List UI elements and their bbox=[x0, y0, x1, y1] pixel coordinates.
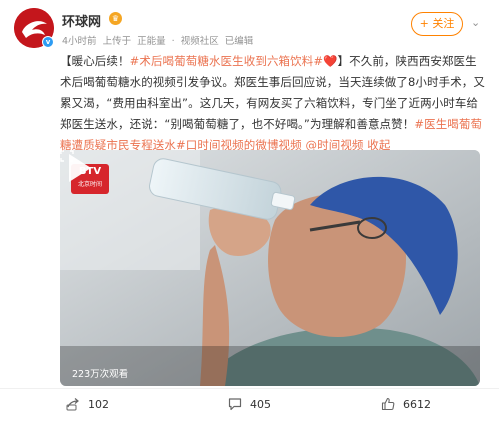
comment-button[interactable]: 405 bbox=[228, 397, 271, 411]
repost-count: 102 bbox=[88, 397, 109, 411]
post-channel[interactable]: 视频社区 bbox=[181, 36, 219, 47]
action-bar: 102 405 6612 bbox=[0, 388, 499, 421]
comment-icon bbox=[228, 398, 242, 411]
verified-badge-icon: v bbox=[42, 36, 54, 48]
thumbs-up-icon bbox=[381, 397, 395, 411]
vip-crown-icon: ♛ bbox=[109, 12, 122, 25]
username[interactable]: 环球网 bbox=[62, 11, 101, 30]
repost-icon bbox=[66, 398, 79, 411]
edited-label[interactable]: 已编辑 bbox=[225, 36, 254, 47]
post-text: 【暖心后续！#术后喝葡萄糖水医生收到六箱饮料#❤️】不久前，陕西西安郑医生术后喝… bbox=[60, 51, 485, 156]
like-button[interactable]: 6612 bbox=[381, 397, 431, 411]
repost-button[interactable]: 102 bbox=[66, 397, 109, 411]
hashtag-link[interactable]: #术后喝葡萄糖水医生收到六箱饮料# bbox=[130, 54, 323, 68]
heart-emoji: ❤️ bbox=[323, 54, 338, 68]
chevron-down-icon[interactable]: ⌄ bbox=[471, 16, 480, 29]
video-frame-illustration bbox=[60, 150, 480, 386]
like-count: 6612 bbox=[403, 397, 431, 411]
video-player[interactable]: BTV 北京时间 223万次观看 bbox=[60, 150, 480, 386]
view-count: 223万次观看 bbox=[72, 369, 129, 380]
weibo-post-card: v 环球网 ♛ 4小时前 上传于 正能量 · 视频社区 已编辑 + 关注 ⌄ 【… bbox=[0, 0, 499, 420]
follow-button[interactable]: + 关注 bbox=[411, 12, 463, 36]
text-intro: 【暖心后续！ bbox=[60, 54, 130, 68]
post-via: 上传于 bbox=[102, 36, 132, 47]
comment-count: 405 bbox=[250, 397, 271, 411]
post-meta: 4小时前 上传于 正能量 · 视频社区 已编辑 bbox=[62, 33, 256, 47]
fullscreen-icon[interactable] bbox=[60, 150, 74, 162]
post-source: 正能量 bbox=[137, 36, 166, 47]
meta-separator: · bbox=[171, 36, 175, 47]
post-time[interactable]: 4小时前 bbox=[62, 36, 97, 47]
